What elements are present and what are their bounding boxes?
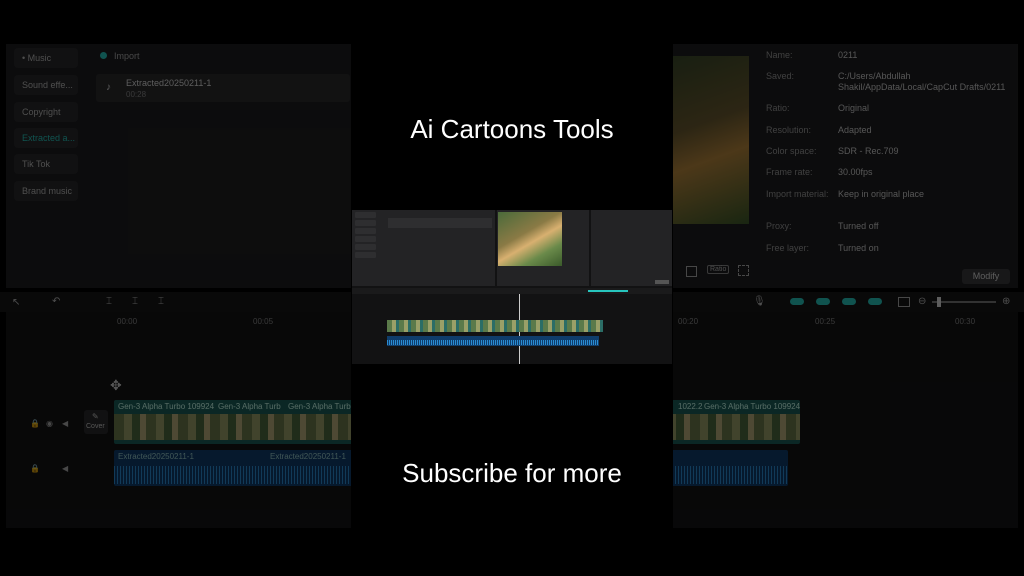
- timeline-tick-1: 00:05: [253, 317, 274, 326]
- prop-label-import-material: Import material:: [766, 189, 829, 199]
- link-toggle-icon[interactable]: [790, 298, 804, 305]
- mini-modify-button: [655, 280, 669, 284]
- video-title: Ai Cartoons Tools: [410, 114, 614, 144]
- zoom-out-icon[interactable]: ⊖: [918, 296, 926, 307]
- audio-track-lock-icon[interactable]: 🔒: [30, 464, 40, 473]
- sidebar-item-sound-effects[interactable]: Sound effe...: [14, 75, 78, 95]
- track-lock-icon[interactable]: 🔒: [30, 419, 40, 428]
- prop-label-saved: Saved:: [766, 71, 795, 81]
- mini-video-track: [387, 320, 603, 332]
- prop-label-name: Name:: [766, 50, 793, 60]
- track-visibility-icon[interactable]: ◉: [46, 419, 53, 428]
- undo-icon[interactable]: ↶: [52, 296, 60, 307]
- prop-value-name: 0211: [838, 50, 858, 60]
- snap-toggle-icon[interactable]: [868, 298, 882, 305]
- import-indicator-icon: [100, 52, 107, 59]
- import-label[interactable]: Import: [114, 51, 140, 61]
- sidebar-item-brand-music[interactable]: Brand music: [14, 181, 78, 201]
- fullscreen-icon[interactable]: [738, 265, 749, 276]
- sidebar-item-extracted-audio[interactable]: Extracted a...: [14, 128, 78, 148]
- prop-value-saved: C:/Users/Abdullah Shakil/AppData/Local/C…: [838, 71, 1006, 92]
- timeline-tick-3: 00:25: [815, 317, 836, 326]
- video-subtitle: Subscribe for more: [402, 458, 622, 488]
- zoom-slider-handle[interactable]: [937, 297, 941, 307]
- cover-button[interactable]: ✎ Cover: [84, 410, 108, 434]
- cover-label: Cover: [86, 423, 105, 430]
- zoom-fit-icon[interactable]: [898, 297, 910, 307]
- media-clip-item[interactable]: ♪ Extracted20250211-1 00:28: [96, 74, 350, 102]
- sidebar-item-copyright[interactable]: Copyright: [14, 102, 78, 122]
- split-right-icon[interactable]: ⌶: [158, 296, 164, 307]
- mini-sidebar-item: [355, 252, 376, 258]
- prop-value-import-material: Keep in original place: [838, 189, 925, 199]
- modify-button[interactable]: Modify: [962, 269, 1010, 284]
- magnet-toggle-icon[interactable]: [816, 298, 830, 305]
- audio-clip-title-1: Extracted20250211-1: [118, 452, 194, 461]
- mini-sidebar-item: [355, 228, 376, 234]
- mini-properties-panel: [591, 210, 672, 286]
- prop-label-proxy: Proxy:: [766, 221, 792, 231]
- video-clip-title-2: Gen-3 Alpha Turb: [218, 402, 281, 411]
- prop-label-resolution: Resolution:: [766, 125, 812, 135]
- mini-audio-wave: [387, 340, 599, 345]
- prop-label-color-space: Color space:: [766, 146, 817, 156]
- prop-value-frame-rate: 30.00fps: [838, 167, 873, 177]
- mini-sidebar-item: [355, 244, 376, 250]
- timeline-tick-2: 00:20: [678, 317, 699, 326]
- prop-value-proxy[interactable]: Turned off: [838, 221, 1008, 232]
- video-clip-title-5: Gen-3 Alpha Turbo 109924: [704, 402, 801, 411]
- media-clip-duration: 00:28: [126, 90, 147, 99]
- preview-image: [673, 56, 749, 224]
- prop-value-resolution: Adapted: [838, 125, 872, 135]
- tiktok-icon: ♪: [106, 82, 111, 93]
- mini-editor-screenshot: [352, 210, 672, 364]
- timeline-tick-4: 00:30: [955, 317, 976, 326]
- ratio-button[interactable]: Ratio: [707, 265, 730, 274]
- audio-clip-title-2: Extracted20250211-1: [270, 452, 346, 461]
- video-clip-title-3: Gen-3 Alpha Turbo: [288, 402, 356, 411]
- prop-label-frame-rate: Frame rate:: [766, 167, 813, 177]
- zoom-in-icon[interactable]: ⊕: [1002, 296, 1010, 307]
- split-icon[interactable]: ⌶: [106, 296, 112, 307]
- prop-value-color-space: SDR - Rec.709: [838, 146, 899, 156]
- prop-value-free-layer[interactable]: Turned on: [838, 243, 1008, 254]
- timeline-tick-0: 00:00: [117, 317, 138, 326]
- fullscreen-fit-icon[interactable]: [686, 266, 697, 277]
- sidebar-item-tiktok[interactable]: Tik Tok: [14, 154, 78, 174]
- video-clip-title-1: Gen-3 Alpha Turbo 109924: [118, 402, 215, 411]
- microphone-icon[interactable]: 🎙: [753, 296, 766, 307]
- prop-label-free-layer: Free layer:: [766, 243, 810, 253]
- mini-sidebar-item: [355, 212, 376, 218]
- audio-track-volume-icon[interactable]: ◀: [62, 464, 68, 473]
- preview-axis-toggle-icon[interactable]: [842, 298, 856, 305]
- media-clip-name: Extracted20250211-1: [126, 78, 212, 88]
- mini-preview-image: [498, 212, 562, 266]
- sidebar-item-music[interactable]: • Music: [14, 48, 78, 68]
- short-video-frame: Ai Cartoons Tools Subscribe for more: [351, 44, 673, 532]
- cursor-move-icon: ✥: [110, 377, 122, 393]
- split-left-icon[interactable]: ⌶: [132, 296, 138, 307]
- select-tool-icon[interactable]: ↖: [12, 297, 20, 308]
- prop-label-ratio: Ratio:: [766, 103, 790, 113]
- mini-sidebar-item: [355, 220, 376, 226]
- track-mute-icon[interactable]: ◀: [62, 419, 68, 428]
- mini-toolbar-toggles: [588, 290, 628, 292]
- prop-value-ratio: Original: [838, 103, 870, 113]
- video-clip-title-4: 1022.2: [678, 402, 703, 411]
- mini-media-clip: [388, 218, 492, 228]
- zoom-slider[interactable]: [932, 301, 996, 303]
- mini-sidebar-item: [355, 236, 376, 242]
- cover-edit-icon: ✎: [92, 412, 99, 421]
